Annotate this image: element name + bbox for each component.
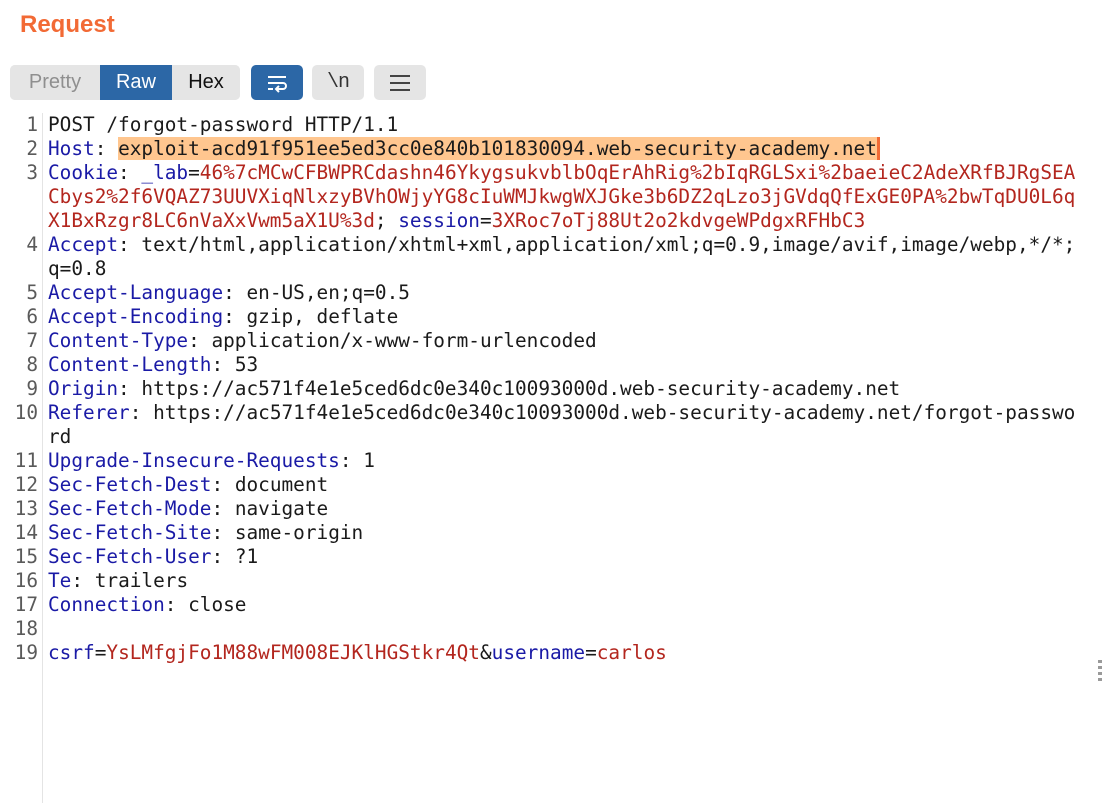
line-number: 3 <box>26 161 38 184</box>
code-line: 17 Connection: close <box>0 593 1100 617</box>
header-name: Sec-Fetch-Dest <box>48 473 212 496</box>
line-number: 1 <box>26 113 38 136</box>
header-name: Accept-Encoding <box>48 305 224 328</box>
view-mode-switch: Pretty Raw Hex <box>10 65 240 100</box>
header-name: Te <box>48 569 72 592</box>
code-line: 19 csrf=YsLMfgjFo1M88wFM008EJKlHGStkr4Qt… <box>0 641 1100 665</box>
newline-icon: \n <box>326 71 350 94</box>
raw-request-editor[interactable]: 1 POST /forgot-password HTTP/1.1 2 Host:… <box>0 113 1100 665</box>
code-line: 4 Accept: text/html,application/xhtml+xm… <box>0 233 1100 281</box>
code-line: 8 Content-Length: 53 <box>0 353 1100 377</box>
header-name: Origin <box>48 377 119 400</box>
tab-raw[interactable]: Raw <box>100 65 172 100</box>
line-number: 5 <box>26 281 38 304</box>
header-value: gzip, deflate <box>246 305 399 328</box>
header-name: Content-Length <box>48 353 212 376</box>
header-value: trailers <box>94 569 189 592</box>
header-value: https://ac571f4e1e5ced6dc0e340c10093000d… <box>48 401 1076 448</box>
tab-pretty[interactable]: Pretty <box>10 65 100 100</box>
code-line: 10 Referer: https://ac571f4e1e5ced6dc0e3… <box>0 401 1100 449</box>
body-param-value: YsLMfgjFo1M88wFM008EJKlHGStkr4Qt <box>106 641 480 664</box>
header-value: application/x-www-form-urlencoded <box>211 329 597 352</box>
code-line: 15 Sec-Fetch-User: ?1 <box>0 545 1100 569</box>
line-number: 2 <box>26 137 38 160</box>
line-number: 7 <box>26 329 38 352</box>
body-param-value: carlos <box>596 641 667 664</box>
cookie-name: session <box>398 209 480 232</box>
code-line: 18 <box>0 617 1100 641</box>
line-number: 9 <box>26 377 38 400</box>
code-line: 11 Upgrade-Insecure-Requests: 1 <box>0 449 1100 473</box>
options-menu-button[interactable] <box>374 65 426 100</box>
word-wrap-button[interactable] <box>251 65 303 100</box>
show-newlines-button[interactable]: \n <box>312 65 364 100</box>
line-number: 11 <box>14 449 38 472</box>
request-line: POST /forgot-password HTTP/1.1 <box>48 113 399 136</box>
line-number: 13 <box>14 497 38 520</box>
code-line: 16 Te: trailers <box>0 569 1100 593</box>
word-wrap-icon <box>268 75 287 93</box>
header-value: close <box>188 593 247 616</box>
line-number: 10 <box>14 401 38 424</box>
header-name: Upgrade-Insecure-Requests <box>48 449 340 472</box>
code-line: 1 POST /forgot-password HTTP/1.1 <box>0 113 1100 137</box>
line-number: 12 <box>14 473 38 496</box>
header-name: Content-Type <box>48 329 189 352</box>
header-name: Host <box>48 137 95 160</box>
line-number: 18 <box>14 617 38 640</box>
header-value: https://ac571f4e1e5ced6dc0e340c10093000d… <box>141 377 901 400</box>
body-param-name: csrf <box>48 641 95 664</box>
panel-title: Request <box>20 11 115 38</box>
header-value: ?1 <box>234 545 259 568</box>
header-name: Sec-Fetch-User <box>48 545 212 568</box>
cookie-name: _lab <box>141 161 189 184</box>
cookie-value: 3XRoc7oTj88Ut2o2kdvgeWPdgxRFHbC3 <box>491 209 866 232</box>
header-name: Sec-Fetch-Mode <box>48 497 212 520</box>
code-line: 13 Sec-Fetch-Mode: navigate <box>0 497 1100 521</box>
header-value: same-origin <box>234 521 364 544</box>
code-line: 6 Accept-Encoding: gzip, deflate <box>0 305 1100 329</box>
header-name: Sec-Fetch-Site <box>48 521 212 544</box>
host-value-selected[interactable]: exploit-acd91f951ee5ed3cc0e840b101830094… <box>118 137 880 160</box>
header-value: text/html,application/xhtml+xml,applicat… <box>48 233 1076 280</box>
header-name: Accept <box>48 233 119 256</box>
line-number: 8 <box>26 353 38 376</box>
code-line: 14 Sec-Fetch-Site: same-origin <box>0 521 1100 545</box>
line-number: 6 <box>26 305 38 328</box>
code-line: 12 Sec-Fetch-Dest: document <box>0 473 1100 497</box>
body-param-name: username <box>491 641 586 664</box>
header-name: Connection <box>48 593 165 616</box>
code-line: 9 Origin: https://ac571f4e1e5ced6dc0e340… <box>0 377 1100 401</box>
line-number: 14 <box>14 521 38 544</box>
header-name: Accept-Language <box>48 281 224 304</box>
line-number: 16 <box>14 569 38 592</box>
header-value: document <box>234 473 329 496</box>
tab-hex[interactable]: Hex <box>172 65 240 100</box>
code-line: 7 Content-Type: application/x-www-form-u… <box>0 329 1100 353</box>
header-value: 1 <box>363 449 375 472</box>
code-line: 2 Host: exploit-acd91f951ee5ed3cc0e840b1… <box>0 137 1100 161</box>
header-name: Cookie <box>48 161 119 184</box>
resize-handle[interactable] <box>1098 660 1102 682</box>
header-value: navigate <box>234 497 329 520</box>
line-number: 17 <box>14 593 38 616</box>
code-line: 5 Accept-Language: en-US,en;q=0.5 <box>0 281 1100 305</box>
line-number: 15 <box>14 545 38 568</box>
line-number: 19 <box>14 641 38 664</box>
header-value: en-US,en;q=0.5 <box>246 281 410 304</box>
header-name: Referer <box>48 401 130 424</box>
code-line: 3 Cookie: _lab=46%7cMCwCFBWPRCdashn46Yky… <box>0 161 1100 233</box>
header-value: 53 <box>234 353 259 376</box>
line-number: 4 <box>26 233 38 256</box>
hamburger-menu-icon <box>390 74 410 91</box>
